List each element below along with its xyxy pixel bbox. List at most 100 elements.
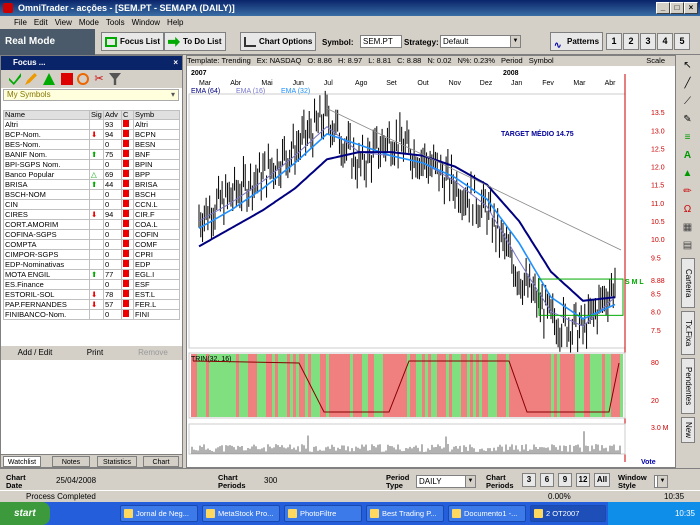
period-9-button[interactable]: 9 xyxy=(558,473,572,487)
price-chart[interactable]: Mar Abr Mai Jun Jul Ago Set Out Nov Dez Jan Fev Mar A… xyxy=(187,66,675,467)
task-ot2007[interactable]: 2 OT2007 xyxy=(530,505,606,522)
line-tool-icon[interactable]: ╱ xyxy=(680,77,695,91)
trin-bar xyxy=(236,354,239,417)
table-row[interactable]: FINIBANCO-Nom. 0 FINI xyxy=(3,309,180,321)
tab-statistics[interactable]: Statistics xyxy=(97,456,137,467)
col-adv[interactable]: Adv xyxy=(103,109,122,121)
task-documento[interactable]: Documento1 -... xyxy=(448,505,526,522)
minimize-button[interactable]: _ xyxy=(656,2,670,14)
tab-new[interactable]: New xyxy=(681,417,695,443)
table-row[interactable]: MOTA ENGIL ⬆ 77 EGL.I xyxy=(3,269,180,281)
period-12-button[interactable]: 12 xyxy=(576,473,590,487)
table-row[interactable]: ES.Finance 0 ESF xyxy=(3,279,180,291)
table-row[interactable]: CIMPOR-SGPS 0 CPRI xyxy=(3,249,180,261)
target-icon[interactable] xyxy=(77,73,89,85)
layout-icon[interactable]: ▤ xyxy=(680,239,695,253)
table-row[interactable]: CIN 0 CCN.L xyxy=(3,199,180,211)
close-button[interactable]: × xyxy=(684,2,698,14)
tab-watchlist[interactable]: Watchlist xyxy=(3,456,41,467)
table-row[interactable]: Banco Popular △ 69 BPP xyxy=(3,169,180,181)
trend-tool-icon[interactable]: ⟋ xyxy=(680,95,695,109)
layout-button-1[interactable]: 1 xyxy=(606,33,622,50)
maximize-button[interactable]: □ xyxy=(670,2,684,14)
scissors-icon[interactable]: ✂ xyxy=(93,73,105,85)
task-jornal[interactable]: Jornal de Neg... xyxy=(120,505,198,522)
add-edit-button[interactable]: Add / Edit xyxy=(7,347,63,359)
table-row[interactable]: CIRES ⬇ 94 CIR.F xyxy=(3,209,180,221)
close-icon[interactable]: × xyxy=(173,56,178,70)
period-type-select[interactable]: DAILY ▼ xyxy=(416,475,476,488)
menu-mode[interactable]: Mode xyxy=(79,18,99,27)
tab-txfixa[interactable]: Tx.Fixa xyxy=(681,311,695,355)
layout-button-2[interactable]: 2 xyxy=(623,33,639,50)
chart-date-value[interactable]: 25/04/2008 xyxy=(56,476,96,485)
symbol-list-select[interactable]: My Symbols ▾ xyxy=(3,89,179,101)
triangle-icon[interactable]: ▲ xyxy=(680,167,695,181)
table-row[interactable]: BPI-SGPS Nom. 0 BPIN xyxy=(3,159,180,171)
red-block-icon[interactable] xyxy=(61,73,73,85)
table-row[interactable]: CORT.AMORIM 0 COA.L xyxy=(3,219,180,231)
task-best-trading[interactable]: Best Trading P... xyxy=(366,505,444,522)
menu-edit[interactable]: Edit xyxy=(34,18,48,27)
layout-button-5[interactable]: 5 xyxy=(674,33,690,50)
table-row[interactable]: ESTORIL-SOL ⬇ 78 EST.L xyxy=(3,289,180,301)
symbol-input[interactable]: SEM.PT xyxy=(360,35,402,48)
patterns-button[interactable]: ∿ Patterns xyxy=(550,32,604,51)
period-select[interactable]: Period xyxy=(501,56,523,65)
layout-button-3[interactable]: 3 xyxy=(640,33,656,50)
tab-notes[interactable]: Notes xyxy=(52,456,90,467)
remove-button[interactable]: Remove xyxy=(125,347,181,359)
todo-list-button[interactable]: To Do List xyxy=(164,32,226,51)
cursor-icon[interactable]: ↖ xyxy=(680,59,695,73)
table-row[interactable]: COFINA-SGPS 0 COFIN xyxy=(3,229,180,241)
scale-select[interactable]: Scale xyxy=(646,56,665,66)
table-row[interactable]: COMPTA 0 COMF xyxy=(3,239,180,251)
table-row[interactable]: PAP.FERNANDES ⬇ 57 FER.L xyxy=(3,299,180,311)
triangle-up-icon[interactable] xyxy=(43,73,55,85)
col-symb[interactable]: Symb xyxy=(133,109,180,121)
menu-view[interactable]: View xyxy=(55,18,72,27)
strategy-select[interactable]: Default ▼ xyxy=(440,35,521,48)
task-metastock[interactable]: MetaStock Pro... xyxy=(202,505,280,522)
filter-icon[interactable] xyxy=(109,73,121,85)
table-row[interactable]: BCP-Nom. ⬇ 94 BCPN xyxy=(3,129,180,141)
col-name[interactable]: Name xyxy=(3,109,90,121)
table-row[interactable]: BES-Nom. 0 BESN xyxy=(3,139,180,151)
pencil-icon[interactable] xyxy=(25,73,37,85)
task-photofiltre[interactable]: PhotoFiltre xyxy=(284,505,362,522)
window-style-select[interactable]: ▼ xyxy=(654,475,668,488)
template-select[interactable]: Template: Trending xyxy=(187,56,251,65)
period-6-button[interactable]: 6 xyxy=(540,473,554,487)
magnet-icon[interactable]: Ω xyxy=(680,203,695,217)
symbol-select[interactable]: Symbol xyxy=(529,56,554,65)
row-signal xyxy=(89,279,104,291)
text-a-icon[interactable]: A xyxy=(680,149,695,163)
pencil-icon[interactable]: ✎ xyxy=(680,113,695,127)
period-all-button[interactable]: All xyxy=(594,473,610,487)
fib-icon[interactable]: ≡ xyxy=(680,131,695,145)
tab-carteira[interactable]: Carteira xyxy=(681,258,695,308)
table-row[interactable]: BANIF Nom. ⬆ 75 BNF xyxy=(3,149,180,161)
tab-pendentes[interactable]: Pendentes xyxy=(681,358,695,414)
table-row[interactable]: Altri 93 Altri xyxy=(3,119,180,131)
menu-tools[interactable]: Tools xyxy=(106,18,125,27)
chart-periods-value[interactable]: 300 xyxy=(264,476,277,485)
table-row[interactable]: BRISA ⬆ 44 BRISA xyxy=(3,179,180,191)
check-icon[interactable] xyxy=(9,73,21,85)
menu-window[interactable]: Window xyxy=(132,18,160,27)
period-3-button[interactable]: 3 xyxy=(522,473,536,487)
layout-button-4[interactable]: 4 xyxy=(657,33,673,50)
print-button[interactable]: Print xyxy=(67,347,123,359)
chart-options-button[interactable]: Chart Options xyxy=(240,32,317,51)
table-row[interactable]: EDP-Nominativas 0 EDP xyxy=(3,259,180,271)
start-button[interactable]: start xyxy=(0,502,50,525)
col-sig[interactable]: Sig xyxy=(89,109,104,121)
menu-help[interactable]: Help xyxy=(167,18,183,27)
tab-chart[interactable]: Chart xyxy=(143,456,179,467)
menu-file[interactable]: File xyxy=(14,18,27,27)
col-c[interactable]: C xyxy=(121,109,134,121)
grid-icon[interactable]: ▦ xyxy=(680,221,695,235)
table-row[interactable]: BSCH-NOM 0 BSCH xyxy=(3,189,180,201)
pencil-red-icon[interactable]: ✏ xyxy=(680,185,695,199)
focus-list-button[interactable]: Focus List xyxy=(101,32,165,51)
